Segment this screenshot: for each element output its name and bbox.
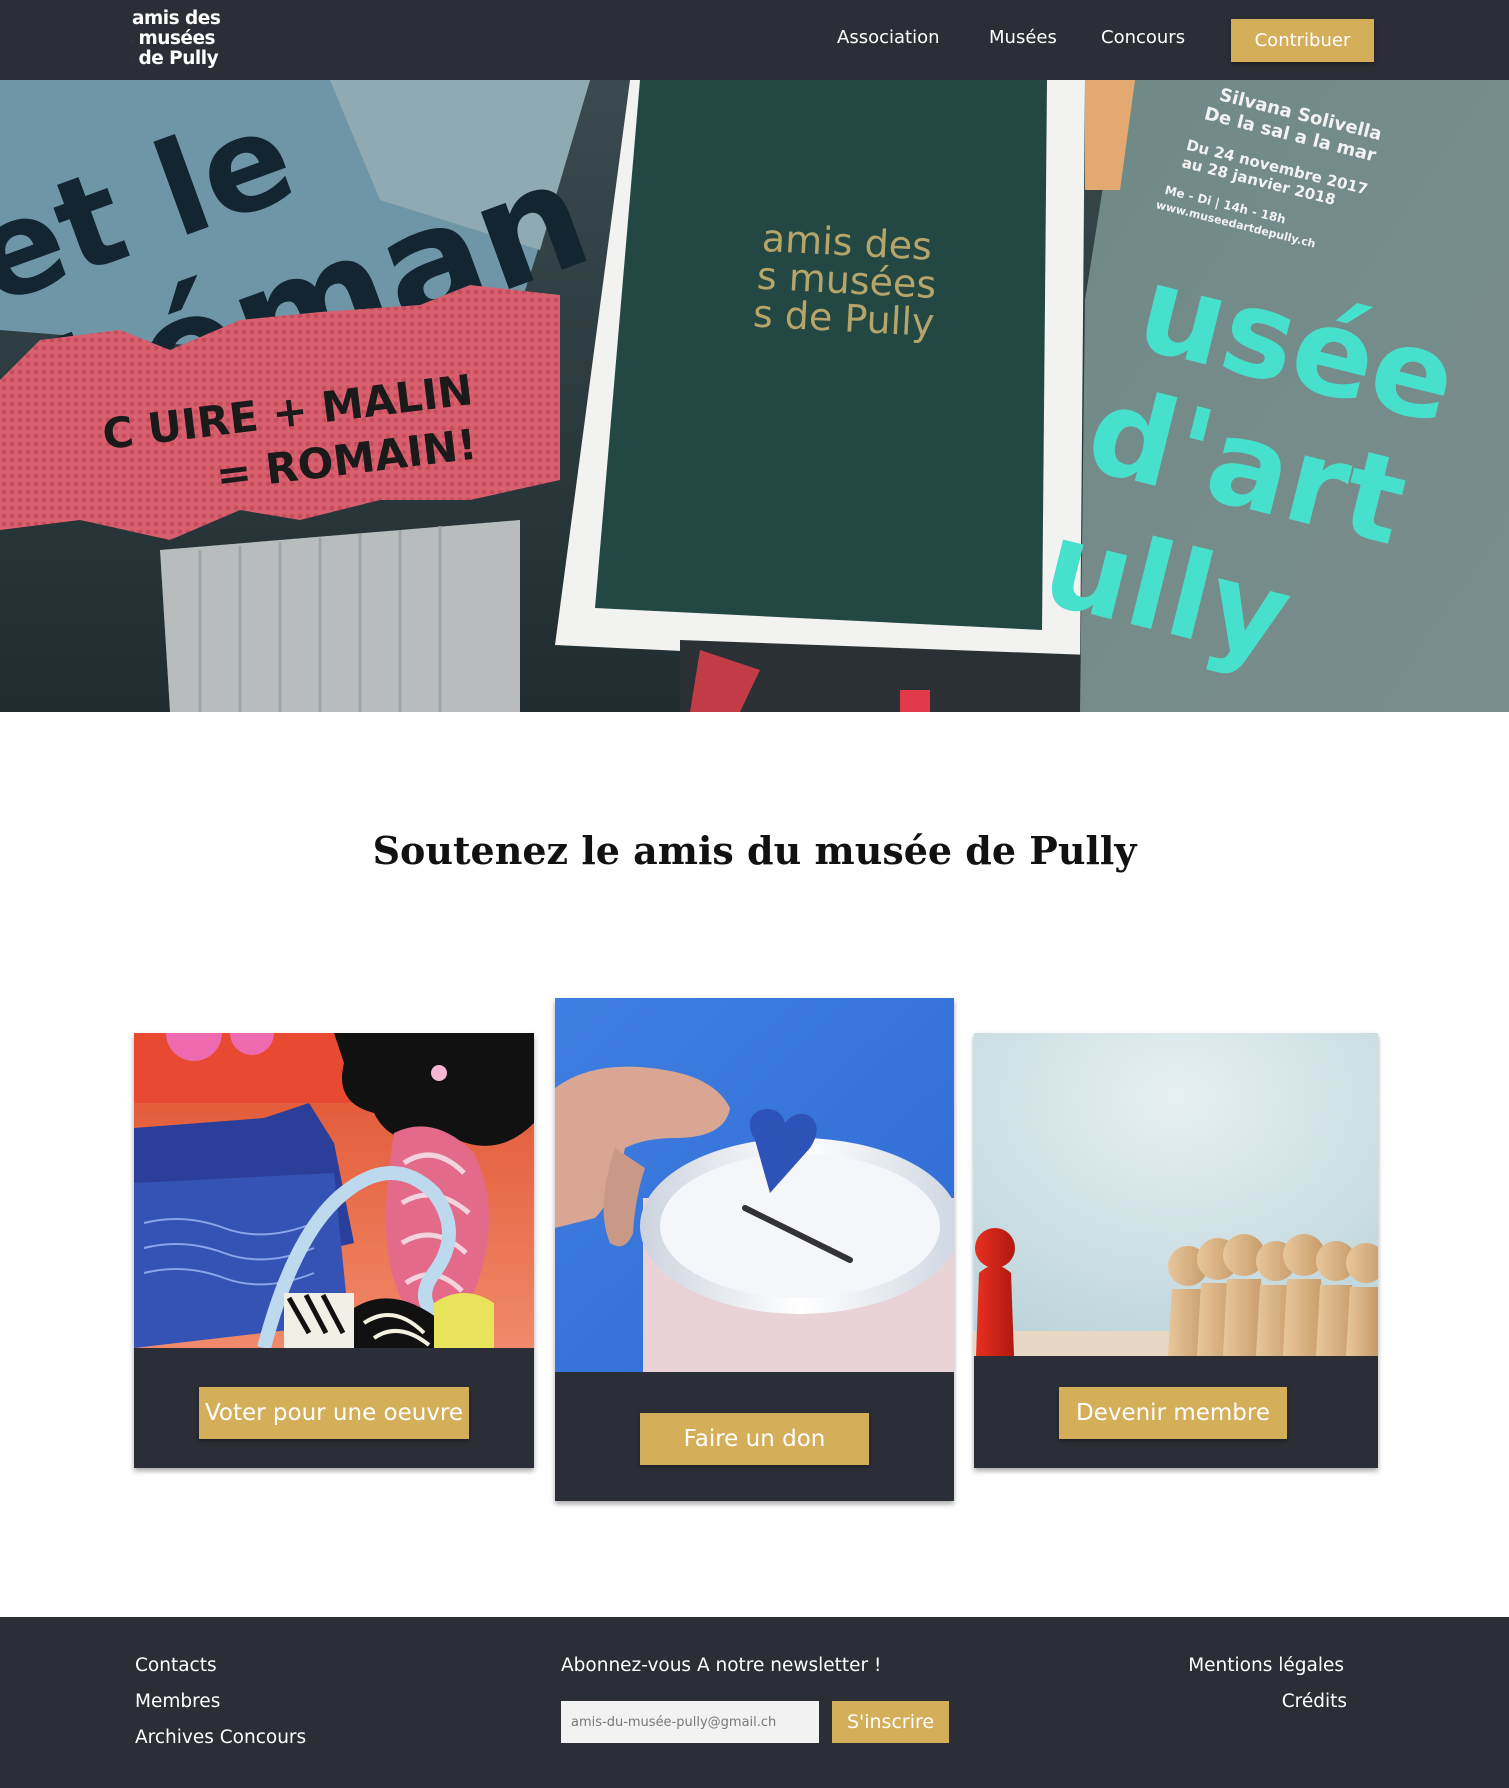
footer-link-archives-concours[interactable]: Archives Concours bbox=[135, 1727, 306, 1748]
hero-photo: et le Léman C UIRE + MALIN = ROMAIN! ami… bbox=[0, 80, 1509, 712]
footer-link-mentions-legales[interactable]: Mentions légales bbox=[1188, 1655, 1344, 1676]
donate-button[interactable]: Faire un don bbox=[640, 1413, 869, 1465]
nav-concours[interactable]: Concours bbox=[1101, 27, 1185, 48]
card-vote-image bbox=[134, 1033, 534, 1348]
footer-link-contacts[interactable]: Contacts bbox=[135, 1655, 217, 1676]
nav-musees[interactable]: Musées bbox=[989, 27, 1057, 48]
newsletter-title: Abonnez-vous A notre newsletter ! bbox=[561, 1655, 882, 1676]
newsletter-subscribe-button[interactable]: S'inscrire bbox=[832, 1701, 949, 1743]
site-footer: Contacts Membres Archives Concours Abonn… bbox=[0, 1617, 1509, 1788]
footer-link-credits[interactable]: Crédits bbox=[1282, 1691, 1347, 1712]
newsletter-email-input[interactable] bbox=[561, 1701, 819, 1743]
site-logo[interactable]: amis des s musées s de Pully bbox=[132, 9, 224, 71]
footer-link-membres[interactable]: Membres bbox=[135, 1691, 220, 1712]
section-title: Soutenez le amis du musée de Pully bbox=[372, 828, 1137, 873]
logo-line: s de Pully bbox=[132, 48, 219, 69]
card-donate: Faire un don bbox=[555, 998, 954, 1501]
logo-line: amis des bbox=[132, 9, 221, 29]
site-header: amis des s musées s de Pully Association… bbox=[0, 0, 1509, 80]
nav-association[interactable]: Association bbox=[837, 27, 940, 48]
card-donate-image bbox=[555, 998, 954, 1372]
contribute-button[interactable]: Contribuer bbox=[1231, 19, 1374, 62]
card-vote: Voter pour une oeuvre bbox=[134, 1033, 534, 1468]
artwork-collage-image bbox=[134, 1033, 534, 1348]
vote-button[interactable]: Voter pour une oeuvre bbox=[199, 1387, 469, 1439]
wooden-figures-image bbox=[974, 1033, 1378, 1356]
hero-image: et le Léman C UIRE + MALIN = ROMAIN! ami… bbox=[0, 80, 1509, 712]
logo-line: s musées bbox=[132, 28, 216, 49]
donation-box-image bbox=[555, 998, 954, 1372]
card-member-image bbox=[974, 1033, 1378, 1356]
become-member-button[interactable]: Devenir membre bbox=[1059, 1387, 1287, 1439]
card-member: Devenir membre bbox=[974, 1033, 1378, 1468]
